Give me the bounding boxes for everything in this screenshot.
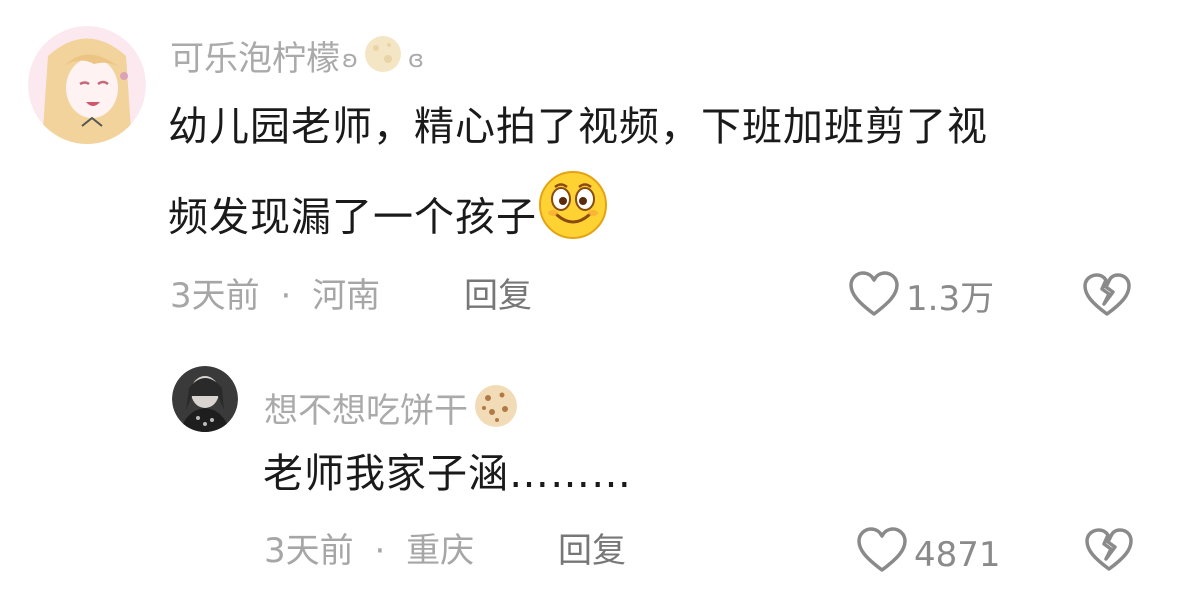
location: 河南 (312, 276, 381, 316)
comment-text-line: 频发现漏了一个孩子 (168, 169, 1158, 270)
moon-icon (362, 33, 404, 84)
username[interactable]: 可乐泡柠檬 ʚ ɞ (170, 33, 424, 84)
comment-text: 老师我家子涵……… (263, 451, 632, 497)
smile-emoji-icon (537, 169, 609, 270)
comment-text: 幼儿园老师，精心拍了视频，下班加班剪了视 频发现漏了一个孩子 (168, 85, 1158, 270)
name-decoration-right: ɞ (407, 44, 424, 73)
username-text: 想不想吃饼干 (264, 390, 468, 431)
timestamp: 3天前 (170, 276, 260, 316)
comment-text-line: 幼儿园老师，精心拍了视频，下班加班剪了视 (168, 104, 988, 150)
username[interactable]: 想不想吃饼干 (264, 382, 520, 439)
reply-button[interactable]: 回复 (464, 276, 532, 316)
like-count: 4871 (914, 534, 1001, 575)
like-count: 1.3万 (906, 278, 995, 319)
reply-button[interactable]: 回复 (558, 531, 626, 571)
dislike-button[interactable] (1082, 272, 1132, 322)
timestamp: 3天前 (264, 531, 354, 571)
avatar[interactable] (28, 26, 146, 144)
broken-heart-icon (1084, 528, 1134, 577)
separator: · (280, 276, 292, 316)
location: 重庆 (406, 531, 475, 571)
comment-meta: 3天前 · 河南 (170, 276, 380, 316)
broken-heart-icon (1082, 273, 1132, 322)
cookie-icon (472, 382, 520, 439)
name-decoration-left: ʚ (342, 44, 358, 73)
separator: · (374, 531, 386, 571)
username-text: 可乐泡柠檬 (170, 38, 340, 79)
comment-meta: 3天前 · 重庆 (264, 531, 474, 571)
like-button[interactable]: 4871 (856, 526, 1001, 583)
dislike-button[interactable] (1084, 527, 1134, 577)
heart-icon (856, 526, 908, 583)
avatar[interactable] (172, 366, 238, 432)
like-button[interactable]: 1.3万 (848, 270, 994, 327)
heart-icon (848, 270, 900, 327)
